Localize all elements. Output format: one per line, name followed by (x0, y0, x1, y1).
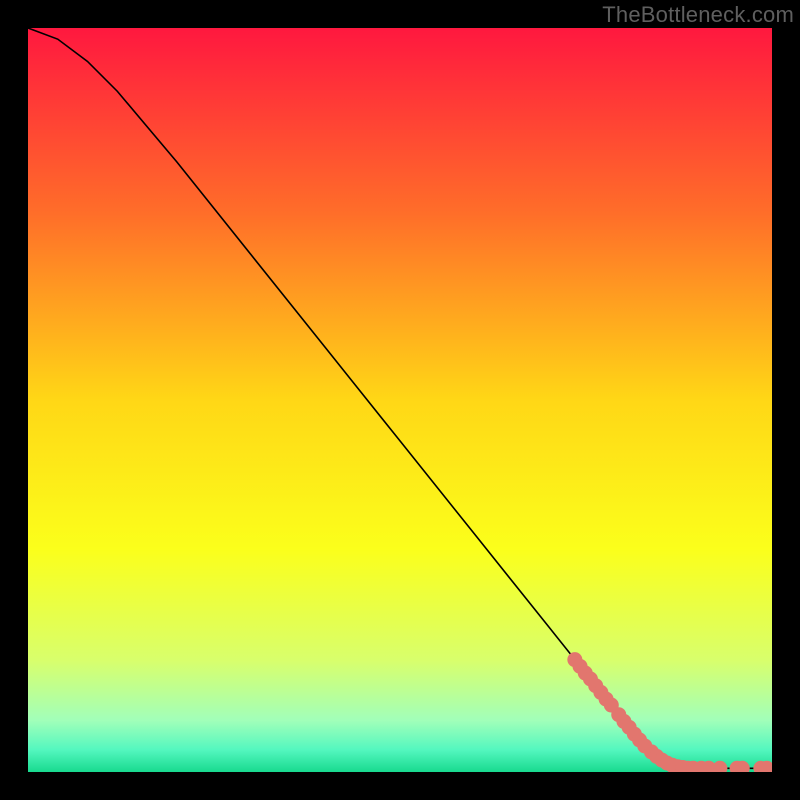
gradient-background (28, 28, 772, 772)
chart-frame: TheBottleneck.com (0, 0, 800, 800)
chart-svg (28, 28, 772, 772)
plot-area (28, 28, 772, 772)
attribution-label: TheBottleneck.com (602, 2, 794, 28)
